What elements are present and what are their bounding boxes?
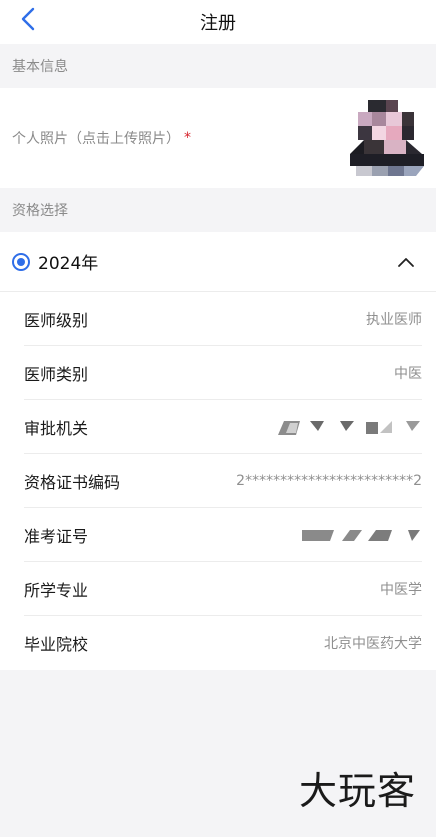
field-row-major: 所学专业 中医学 — [24, 562, 422, 616]
section-basic-info: 基本信息 — [0, 44, 436, 88]
chevron-left-icon — [21, 7, 35, 31]
field-label: 毕业院校 — [24, 635, 89, 654]
required-mark: * — [184, 130, 191, 146]
field-row-school: 毕业院校 北京中医药大学 — [24, 616, 422, 670]
photo-label: 个人照片（点击上传照片） — [12, 131, 180, 147]
photo-upload-row[interactable]: 个人照片（点击上传照片） * — [0, 88, 436, 188]
masked-value — [278, 419, 422, 435]
page-title: 注册 — [200, 13, 236, 34]
redaction-mosaic — [278, 420, 420, 435]
field-label: 所学专业 — [24, 580, 89, 600]
profile-photo-thumbnail[interactable] — [346, 94, 428, 182]
field-value: 中医学 — [380, 581, 422, 598]
radio-selected-dot — [17, 257, 25, 266]
masked-value — [302, 527, 422, 543]
redaction-mosaic — [302, 529, 420, 541]
field-value: 2************************2 — [236, 472, 422, 489]
field-label: 审批机关 — [24, 418, 89, 438]
collapse-button[interactable] — [396, 252, 416, 272]
field-label: 医师类别 — [24, 364, 89, 384]
field-label: 准考证号 — [24, 526, 89, 546]
field-value: 中医 — [394, 365, 422, 382]
field-value: 执业医师 — [366, 311, 422, 328]
field-label: 资格证书编码 — [24, 472, 121, 492]
chevron-up-icon — [398, 258, 414, 267]
nav-header: 注册 — [0, 0, 436, 44]
section-qualification: 资格选择 — [0, 188, 436, 232]
field-row-approval-authority: 审批机关 — [24, 400, 422, 454]
field-row-doctor-level: 医师级别 执业医师 — [24, 292, 422, 346]
year-label: 2024年 — [38, 254, 99, 274]
year-selector-row[interactable]: 2024年 — [0, 232, 436, 292]
field-value: 北京中医药大学 — [324, 636, 422, 652]
back-button[interactable] — [20, 4, 50, 34]
year-radio[interactable] — [12, 252, 30, 271]
field-row-certificate-code: 资格证书编码 2************************2 — [24, 454, 422, 508]
watermark: 大玩客 — [298, 769, 416, 813]
field-row-admission-number: 准考证号 — [24, 508, 422, 562]
qualification-list: 医师级别 执业医师 医师类别 中医 审批机关 资格证书编码 2*********… — [0, 292, 436, 670]
field-row-doctor-category: 医师类别 中医 — [24, 346, 422, 400]
field-label: 医师级别 — [24, 310, 89, 330]
